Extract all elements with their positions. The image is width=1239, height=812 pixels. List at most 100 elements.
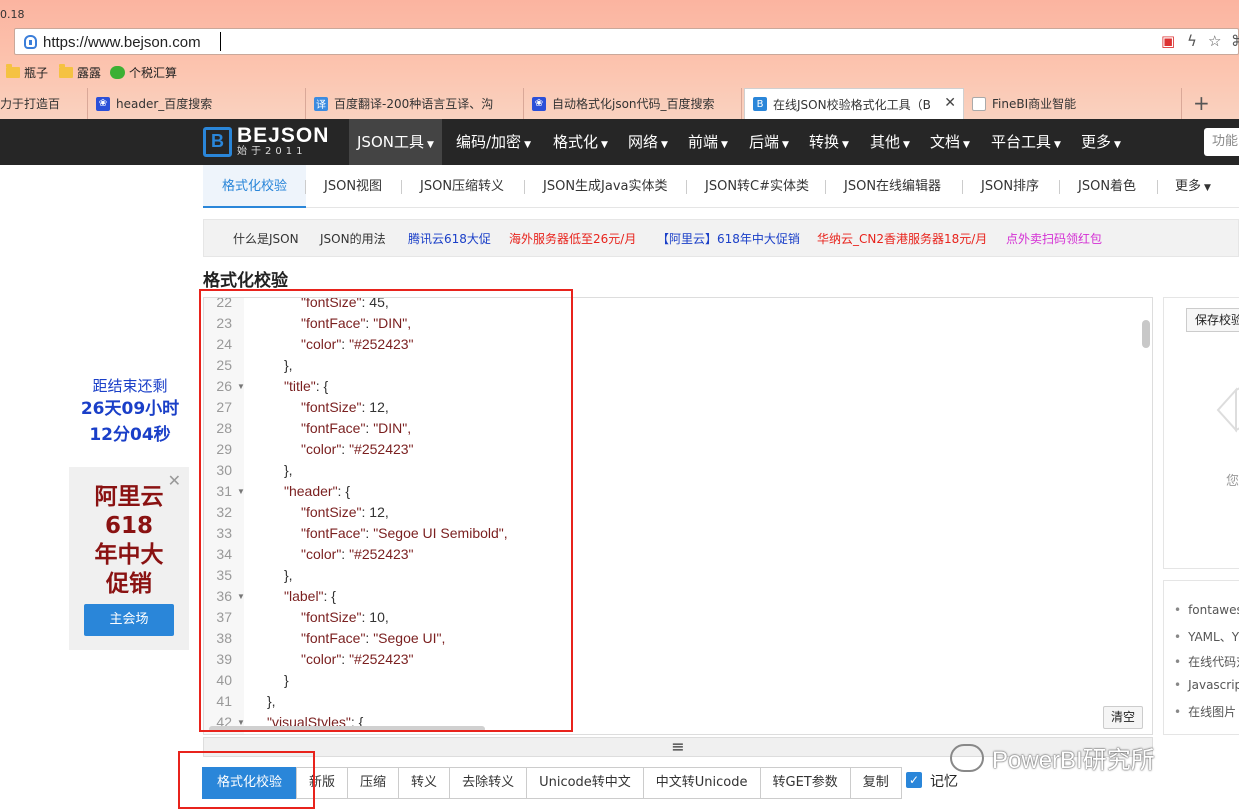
- promo-link[interactable]: 华纳云_CN2香港服务器18元/月: [817, 230, 987, 247]
- translate-icon: 译: [314, 96, 328, 111]
- tab-label: header_百度搜索: [116, 97, 213, 111]
- related-link[interactable]: Javascript: [1174, 678, 1239, 692]
- countdown-label: 距结束还剩: [92, 377, 168, 395]
- saved-validations-panel: 保存校验 您还: [1163, 297, 1239, 569]
- browser-chrome: 0.18 https://www.bejson.com ▣ ϟ ☆ ⌘ 瓶子 露…: [0, 0, 1239, 119]
- promo-link[interactable]: 什么是JSON: [233, 230, 299, 247]
- bookmark-label: 露露: [77, 66, 102, 80]
- folder-icon: [59, 64, 73, 78]
- related-link[interactable]: 在线代码对: [1174, 653, 1239, 670]
- secure-shield-icon: [24, 35, 37, 49]
- related-link[interactable]: fontawes: [1174, 603, 1239, 617]
- browser-tab[interactable]: ❀ 自动格式化json代码_百度搜索: [524, 88, 742, 119]
- nav-network[interactable]: 网络 ▼: [628, 119, 668, 165]
- tab-label: 力于打造百: [0, 97, 61, 111]
- subtab-json-csharp[interactable]: JSON转C#实体类: [705, 165, 809, 208]
- unicode-to-chinese-button[interactable]: Unicode转中文: [526, 767, 644, 799]
- browser-tab-active[interactable]: B 在线JSON校验格式化工具（B ✕: [744, 88, 964, 119]
- close-tab-icon[interactable]: ✕: [944, 95, 956, 111]
- promo-link[interactable]: JSON的用法: [320, 230, 386, 247]
- compress-button[interactable]: 压缩: [347, 767, 400, 799]
- tab-label: 自动格式化json代码_百度搜索: [552, 97, 715, 111]
- subtab-json-sort[interactable]: JSON排序: [981, 165, 1039, 208]
- subtab-more[interactable]: 更多 ▼: [1175, 165, 1211, 208]
- promo-link[interactable]: 腾讯云618大促: [408, 230, 491, 247]
- save-validation-button[interactable]: 保存校验: [1186, 308, 1239, 332]
- reader-icon[interactable]: ⌘: [1231, 32, 1239, 50]
- clear-button[interactable]: 清空: [1103, 706, 1143, 729]
- function-search-input[interactable]: 功能: [1204, 128, 1239, 156]
- nav-format[interactable]: 格式化 ▼: [553, 119, 608, 165]
- bejson-favicon-icon: B: [753, 97, 767, 111]
- browser-tab[interactable]: 力于打造百: [0, 88, 88, 119]
- promo-link[interactable]: 海外服务器低至26元/月: [509, 230, 636, 247]
- nav-frontend[interactable]: 前端 ▼: [688, 119, 728, 165]
- tab-label: 在线JSON校验格式化工具（B: [773, 97, 931, 112]
- nav-json-tools[interactable]: JSON工具 ▼: [349, 119, 442, 165]
- chevron-down-icon: ▼: [963, 140, 970, 150]
- countdown-minutes: 12分04秒: [89, 425, 171, 445]
- site-logo[interactable]: B BEJSON 始于2011: [203, 124, 330, 157]
- annotation-box-editor: [199, 289, 573, 732]
- nav-encode[interactable]: 编码/加密 ▼: [456, 119, 531, 165]
- subtab-json-view[interactable]: JSON视图: [324, 165, 382, 208]
- related-link[interactable]: YAML、Y: [1174, 628, 1239, 645]
- vertical-scrollbar[interactable]: [1142, 320, 1150, 348]
- nav-more[interactable]: 更多 ▼: [1081, 119, 1121, 165]
- ad-text: 阿里云 618 年中大 促销: [94, 484, 164, 597]
- bookmark-item[interactable]: 个税汇算: [110, 64, 177, 81]
- nav-convert[interactable]: 转换 ▼: [809, 119, 849, 165]
- chevron-down-icon: ▼: [1054, 140, 1061, 150]
- logo-text: BEJSON: [237, 124, 330, 147]
- chinese-to-unicode-button[interactable]: 中文转Unicode: [642, 767, 761, 799]
- ad-main-venue-button[interactable]: 主会场: [84, 604, 174, 636]
- browser-tab[interactable]: 译 百度翻译-200种语言互译、沟: [306, 88, 524, 119]
- nav-platform[interactable]: 平台工具 ▼: [991, 119, 1061, 165]
- new-tab-icon[interactable]: +: [1193, 91, 1210, 115]
- wechat-icon: [110, 66, 125, 79]
- annotation-box-button: [178, 751, 315, 809]
- sub-navbar: 格式化校验 JSON视图 JSON压缩转义 JSON生成Java实体类 JSON…: [203, 165, 1239, 208]
- subtab-json-color[interactable]: JSON着色: [1078, 165, 1136, 208]
- tab-label: 百度翻译-200种语言互译、沟: [334, 97, 494, 111]
- browser-tab[interactable]: ❀ header_百度搜索: [88, 88, 306, 119]
- folder-icon: [6, 64, 20, 78]
- copy-button[interactable]: 复制: [849, 767, 902, 799]
- lightning-icon[interactable]: ϟ: [1187, 32, 1197, 50]
- subtab-json-java[interactable]: JSON生成Java实体类: [543, 165, 668, 208]
- bookmark-item[interactable]: 瓶子: [6, 64, 48, 81]
- escape-button[interactable]: 转义: [398, 767, 451, 799]
- related-link[interactable]: 在线图片: [1174, 703, 1236, 720]
- version-text: 0.18: [0, 8, 25, 21]
- logo-mark-icon: B: [203, 126, 232, 157]
- browser-tab[interactable]: FineBI商业智能: [964, 88, 1182, 119]
- chevron-down-icon: ▼: [903, 140, 910, 150]
- baidu-paw-icon: ❀: [96, 96, 110, 111]
- promo-link[interactable]: 点外卖扫码领红包: [1006, 230, 1102, 247]
- url-text[interactable]: https://www.bejson.com: [43, 34, 201, 51]
- watermark: PowerBI研究所: [950, 740, 1155, 775]
- remember-checkbox[interactable]: ✓: [906, 772, 922, 788]
- star-icon[interactable]: ☆: [1208, 32, 1221, 50]
- translate-icon[interactable]: ▣: [1161, 32, 1175, 50]
- wechat-icon: [950, 743, 984, 772]
- logo-subtext: 始于2011: [237, 146, 307, 157]
- unescape-button[interactable]: 去除转义: [449, 767, 528, 799]
- to-get-params-button[interactable]: 转GET参数: [759, 767, 851, 799]
- empty-box-icon: [1216, 387, 1239, 433]
- promo-link[interactable]: 【阿里云】618年中大促销: [657, 230, 800, 247]
- nav-other[interactable]: 其他 ▼: [870, 119, 910, 165]
- tab-label: FineBI商业智能: [992, 97, 1077, 111]
- ad-banner[interactable]: ✕ 阿里云 618 年中大 促销 主会场: [69, 467, 189, 650]
- subtab-json-compress[interactable]: JSON压缩转义: [420, 165, 504, 208]
- related-links-panel: fontawes YAML、Y 在线代码对 Javascript 在线图片: [1163, 580, 1239, 735]
- subtab-json-editor[interactable]: JSON在线编辑器: [844, 165, 941, 208]
- site-navbar: B BEJSON 始于2011 JSON工具 ▼ 编码/加密 ▼ 格式化 ▼ 网络 ▼ …: [0, 119, 1239, 165]
- address-bar[interactable]: https://www.bejson.com ▣ ϟ ☆ ⌘: [14, 28, 1239, 55]
- page-icon: [972, 96, 986, 111]
- subtab-format-validate[interactable]: 格式化校验: [203, 165, 307, 208]
- bookmark-item[interactable]: 露露: [59, 64, 101, 81]
- nav-backend[interactable]: 后端 ▼: [749, 119, 789, 165]
- chevron-down-icon: ▼: [1204, 183, 1211, 193]
- nav-docs[interactable]: 文档 ▼: [930, 119, 970, 165]
